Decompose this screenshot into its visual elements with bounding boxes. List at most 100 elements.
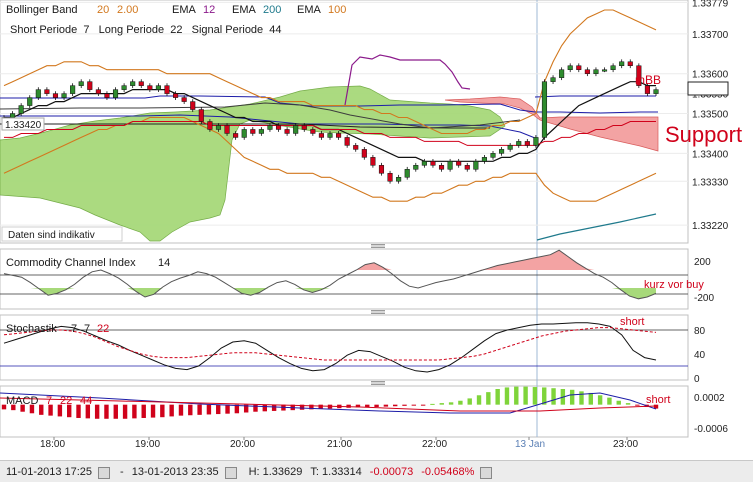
candle-body [147, 85, 153, 90]
price-tick-label: 1.33779 [692, 0, 729, 9]
candle-body [224, 125, 230, 134]
candle-body [413, 165, 419, 170]
cci-annotation: kurz vor buy [644, 279, 704, 291]
stoch-tick-label: 40 [694, 350, 706, 361]
candle-body [404, 169, 410, 178]
candle-body [207, 121, 213, 130]
candle-body [18, 105, 24, 114]
macd-bar [104, 404, 109, 419]
price-tick-label: 1.33500 [692, 110, 729, 121]
macd-bar [467, 398, 472, 405]
candle-body [233, 133, 239, 138]
macd-bar [514, 386, 519, 405]
cci-tick-label: 200 [694, 257, 711, 268]
macd-bar [402, 404, 407, 406]
cci-title: Commodity Channel Index [6, 257, 136, 269]
macd-p2: 22 [60, 395, 72, 407]
stoch-tick-label: 0 [694, 374, 700, 385]
time-axis: 18:00 19:00 20:00 21:00 22:00 13 Jan 23:00 [40, 437, 638, 450]
candle-body [250, 129, 256, 134]
candle-body [284, 129, 290, 134]
candle-body [164, 85, 170, 94]
candle-body [601, 69, 608, 72]
macd-bar [458, 400, 463, 405]
change-value: -0.00073 [369, 465, 414, 478]
macd-bar [216, 404, 221, 415]
candle-body [456, 161, 462, 166]
macd-bar [150, 404, 156, 418]
candle-body [104, 93, 110, 98]
candle-body [35, 89, 41, 98]
macd-bar [411, 404, 417, 406]
macd-bar [94, 404, 100, 419]
macd-bar [169, 404, 174, 417]
candle-body [293, 125, 299, 134]
calendar-icon[interactable] [98, 466, 111, 479]
macd-bar [569, 389, 575, 405]
candle-body [593, 69, 599, 74]
candle-body [78, 81, 84, 86]
candle-body [10, 113, 16, 118]
macd-p3: 44 [80, 395, 92, 407]
candle-body [52, 93, 59, 98]
time-tick-label: 18:00 [40, 439, 65, 450]
price-tick-label: 1.33400 [692, 149, 729, 160]
macd-bar [113, 404, 118, 419]
macd-bar [486, 392, 491, 405]
calendar-icon[interactable] [224, 466, 237, 479]
candle-body [27, 97, 33, 106]
candle-body [353, 145, 359, 150]
candle-body [318, 133, 324, 138]
macd-bar [607, 397, 612, 405]
macd-bar [635, 404, 640, 406]
candle-body [490, 153, 496, 158]
macd-bar [616, 400, 621, 405]
stoch-p2: 7 [84, 323, 90, 335]
candle-body [464, 165, 470, 170]
macd-bar [420, 404, 426, 406]
macd-bar [476, 395, 482, 405]
candle-body [387, 173, 393, 182]
svg-text:Bollinger Band: Bollinger Band [6, 4, 78, 16]
candle-body [301, 125, 307, 130]
ichimoku-params: Short Periode 7 Long Periode 22 Signal P… [10, 24, 282, 36]
macd-bar [197, 404, 202, 415]
candle-body [516, 141, 522, 146]
candle-body [44, 89, 50, 94]
time-tick-label: 22:00 [422, 439, 447, 450]
candle-body [421, 161, 427, 166]
macd-bar [141, 404, 146, 418]
time-tick-label: 19:00 [135, 439, 160, 450]
candle-body [499, 149, 505, 154]
macd-bar [271, 404, 277, 411]
macd-bar [504, 387, 510, 405]
change-percent: -0.05468% [421, 465, 475, 478]
macd-bar [523, 386, 528, 405]
macd-bar [178, 404, 184, 416]
macd-bar [579, 391, 584, 405]
candle-body [121, 85, 127, 90]
macd-title: MACD [6, 395, 38, 407]
macd-tick-label: -0.0006 [694, 424, 728, 435]
macd-bar [383, 404, 389, 407]
candle-body [336, 133, 342, 138]
ema-c-value: 100 [328, 4, 346, 16]
candle-body [198, 109, 204, 122]
range-end: 13-01-2013 23:35 [131, 465, 219, 478]
calendar-icon[interactable] [480, 466, 493, 479]
high-value: H: 1.33629 [248, 465, 303, 478]
macd-bar [122, 404, 128, 419]
candle-body [430, 161, 436, 166]
candle-body [550, 77, 556, 82]
macd-bar [439, 403, 444, 405]
macd-bar [588, 392, 593, 405]
candle-body [190, 101, 196, 110]
candle-body [541, 81, 548, 138]
ema-a-label: EMA [172, 4, 197, 16]
price-axis: 1.337791.337001.336001.335501.335001.334… [692, 0, 729, 232]
time-tick-label: 20:00 [230, 439, 255, 450]
stoch-p1: 7 [71, 323, 77, 335]
candle-body [155, 85, 161, 90]
macd-bar [625, 403, 631, 405]
candle-body [241, 129, 247, 138]
